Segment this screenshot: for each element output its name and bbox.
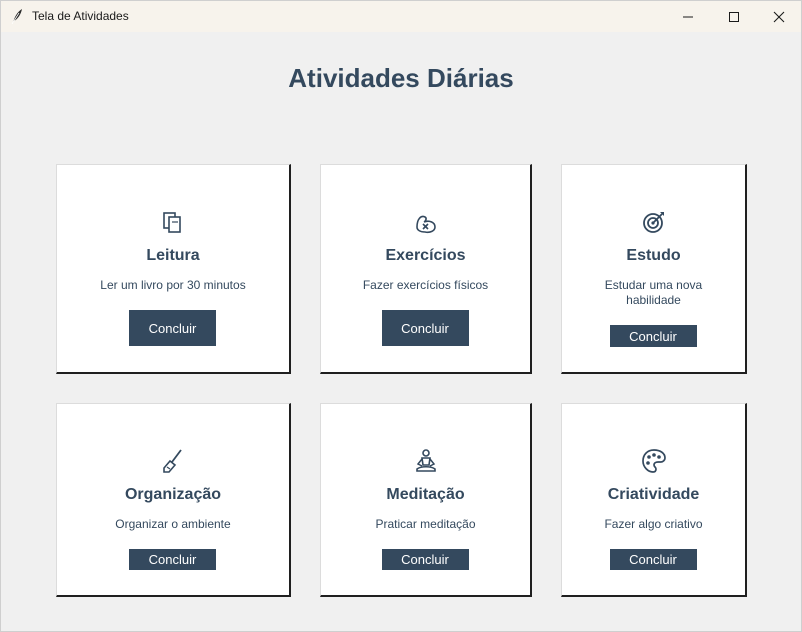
card-title: Exercícios	[385, 247, 466, 264]
complete-button[interactable]: Concluir	[609, 325, 697, 347]
app-window: Tela de Atividades Atividades Diárias Le…	[0, 0, 802, 632]
page-title: Atividades Diárias	[288, 63, 514, 93]
activity-card-criatividade: Criatividade Fazer algo criativo Conclui…	[561, 403, 747, 597]
card-description: Ler um livro por 30 minutos	[100, 278, 246, 292]
close-button[interactable]	[756, 1, 802, 32]
feather-icon	[11, 9, 22, 24]
title-bar[interactable]: Tela de Atividades	[1, 1, 801, 32]
meditation-icon	[415, 449, 436, 472]
complete-button[interactable]: Concluir	[129, 549, 216, 570]
broom-icon	[163, 449, 182, 473]
card-title: Organização	[124, 486, 222, 503]
palette-icon	[641, 449, 666, 473]
card-description: Fazer algo criativo	[604, 517, 703, 531]
card-title: Criatividade	[607, 486, 700, 503]
exercise-icon	[415, 215, 436, 234]
complete-button[interactable]: Concluir	[381, 310, 469, 346]
card-title: Estudo	[626, 247, 681, 264]
complete-button[interactable]: Concluir	[381, 549, 469, 570]
books-icon	[163, 212, 181, 233]
activity-card-organizacao: Organização Organizar o ambiente Conclui…	[56, 403, 291, 597]
maximize-button[interactable]	[711, 1, 757, 32]
maximize-icon	[729, 11, 739, 22]
target-icon	[642, 212, 664, 233]
complete-button[interactable]: Concluir	[129, 310, 216, 346]
activity-card-leitura: Leitura Ler um livro por 30 minutos Conc…	[56, 164, 291, 374]
close-icon	[773, 11, 785, 22]
activity-card-meditacao: Meditação Praticar meditação Concluir	[320, 403, 532, 597]
minimize-icon	[683, 16, 693, 17]
activity-card-exercicios: Exercícios Fazer exercícios físicos Conc…	[320, 164, 532, 374]
card-description: Estudar uma nova habilidade	[604, 278, 703, 307]
card-description: Fazer exercícios físicos	[362, 278, 489, 292]
activity-card-estudo: Estudo Estudar uma nova habilidade Concl…	[561, 164, 747, 374]
window-title: Tela de Atividades	[32, 9, 129, 23]
card-title: Meditação	[386, 486, 465, 503]
complete-button[interactable]: Concluir	[609, 549, 697, 570]
minimize-button[interactable]	[665, 1, 711, 32]
card-description: Praticar meditação	[375, 517, 476, 531]
card-title: Leitura	[146, 247, 200, 264]
card-description: Organizar o ambiente	[115, 517, 231, 531]
